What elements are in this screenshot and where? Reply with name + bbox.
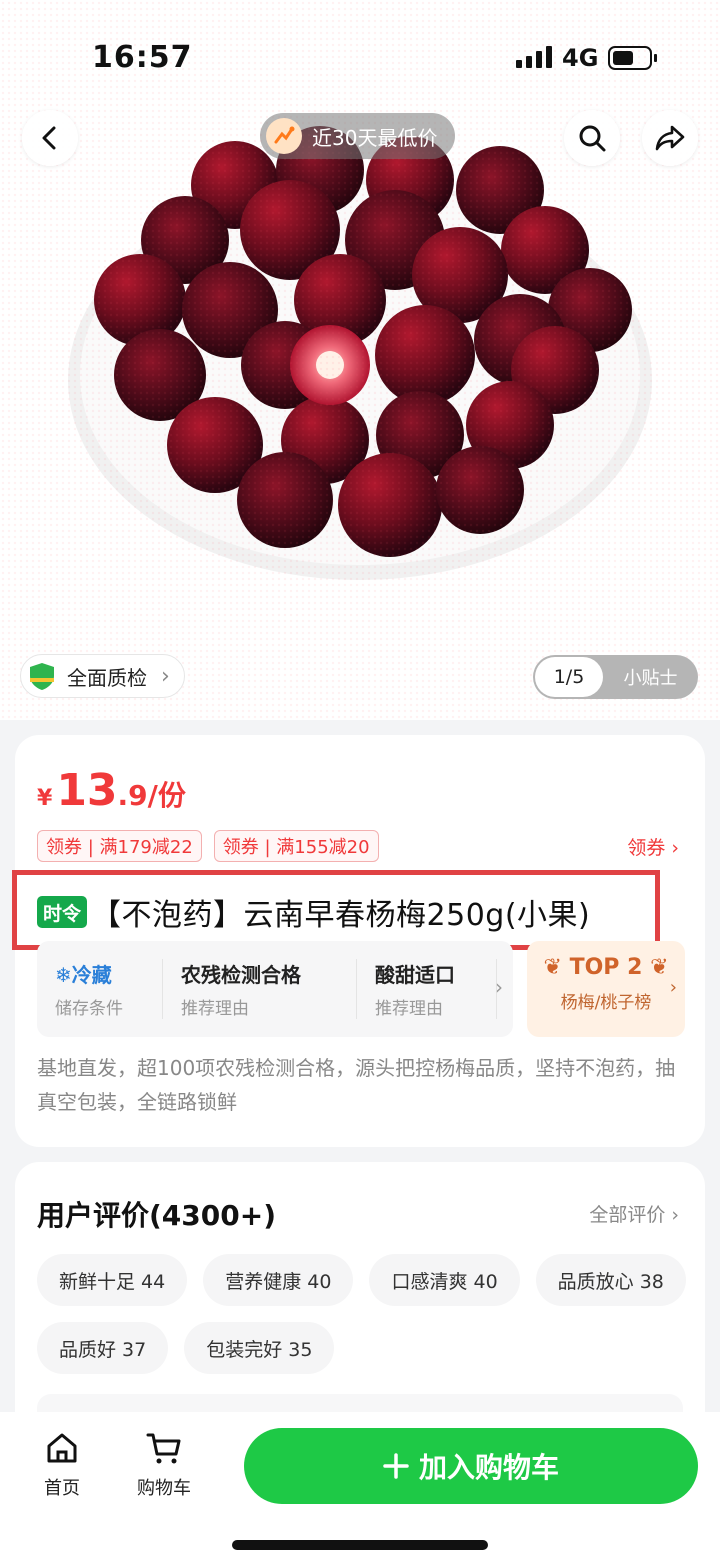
- cart-label: 购物车: [137, 1478, 191, 1499]
- status-time: 16:57: [92, 40, 193, 75]
- review-tag-chip[interactable]: 包装完好 35: [184, 1322, 335, 1374]
- feature-sub: 推荐理由: [375, 999, 443, 1019]
- price-trend-icon: [266, 118, 302, 154]
- chevron-left-icon: [42, 126, 56, 150]
- ranking-sub: 杨梅/桃子榜: [560, 993, 652, 1013]
- signal-icon: [516, 46, 552, 68]
- status-bar: 16:57 4G: [0, 0, 720, 110]
- home-label: 首页: [44, 1478, 80, 1499]
- chevron-right-icon: ›: [495, 975, 503, 999]
- gallery-pager[interactable]: 1/5 小贴士: [533, 655, 698, 699]
- product-info-card: ¥ 13 .9/份 领券 | 满179减22 领券 | 满155减20 领券 ›…: [12, 735, 705, 1147]
- feature-strip[interactable]: ❄冷藏 储存条件 农残检测合格 推荐理由 酸甜适口 推荐理由 ›: [37, 941, 513, 1037]
- network-label: 4G: [562, 44, 599, 72]
- bottom-action-bar: 首页 购物车 加入购物车: [0, 1412, 720, 1565]
- feature-title: 农残检测合格: [181, 963, 301, 987]
- review-tag-chip[interactable]: 新鲜十足 44: [37, 1254, 188, 1306]
- search-button[interactable]: [564, 110, 620, 166]
- cart-icon: [146, 1433, 181, 1464]
- ranking-title: TOP 2: [569, 955, 643, 980]
- feature-pesticide-test: 农残检测合格 推荐理由: [163, 959, 357, 1019]
- laurel-left-icon: ❦: [543, 955, 562, 980]
- reviews-title: 用户评价(4300+): [37, 1199, 276, 1232]
- chevron-right-icon: ›: [671, 1204, 679, 1226]
- feature-storage: ❄冷藏 储存条件: [37, 959, 163, 1019]
- coupon-list: 领券 | 满179减22 领券 | 满155减20: [37, 830, 379, 862]
- currency-symbol: ¥: [37, 786, 53, 811]
- feature-title: 冷藏: [71, 963, 112, 987]
- feature-title: 酸甜适口: [375, 963, 455, 987]
- all-reviews-link[interactable]: 全部评价 ›: [589, 1200, 679, 1227]
- feature-sub: 储存条件: [55, 999, 123, 1019]
- seasonal-tag: 时令: [37, 896, 88, 928]
- review-tag-chip[interactable]: 营养健康 40: [203, 1254, 354, 1306]
- quality-shield-icon: [30, 663, 54, 690]
- cart-tab[interactable]: 购物车: [124, 1430, 204, 1500]
- get-coupon-link[interactable]: 领券 ›: [627, 833, 679, 860]
- share-icon: [655, 125, 685, 151]
- coupon-chip[interactable]: 领券 | 满155减20: [213, 830, 379, 862]
- product-title-row: 时令 【不泡药】云南早春杨梅250g(小果): [37, 890, 590, 934]
- home-icon: [47, 1433, 77, 1463]
- home-tab[interactable]: 首页: [22, 1430, 102, 1500]
- home-indicator: [232, 1540, 488, 1550]
- quality-check-label: 全面质检: [67, 665, 147, 690]
- plus-icon: [383, 1453, 409, 1479]
- feature-taste: 酸甜适口 推荐理由: [357, 959, 497, 1019]
- price-banner-text: 近30天最低价: [312, 125, 438, 150]
- get-coupon-label: 领券: [627, 837, 666, 859]
- product-title: 【不泡药】云南早春杨梅250g(小果): [91, 898, 591, 933]
- add-to-cart-button[interactable]: 加入购物车: [244, 1428, 698, 1504]
- add-to-cart-label: 加入购物车: [418, 1451, 559, 1484]
- product-description: 基地直发，超100项农残检测合格，源头把控杨梅品质，坚持不泡药，抽真空包装，全链…: [37, 1056, 676, 1114]
- all-reviews-label: 全部评价: [589, 1204, 666, 1226]
- battery-icon: [608, 46, 657, 70]
- product-page: 16:57 4G 近30天最低价 全面质检 › 1/5 小贴士 ¥ 13 .9/…: [0, 0, 720, 1565]
- page-indicator: 1/5: [535, 657, 603, 697]
- ranking-badge[interactable]: ❦ TOP 2 ❦ 杨梅/桃子榜 ›: [527, 941, 685, 1037]
- share-button[interactable]: [642, 110, 698, 166]
- search-icon: [579, 125, 606, 152]
- review-tags: 新鲜十足 44 营养健康 40 口感清爽 40 品质放心 38 品质好 37 包…: [37, 1254, 697, 1374]
- product-price: ¥ 13 .9/份: [37, 765, 186, 816]
- feature-sub: 推荐理由: [181, 999, 249, 1019]
- chevron-right-icon: ›: [671, 837, 679, 859]
- snowflake-icon: ❄: [55, 963, 72, 987]
- review-tag-chip[interactable]: 品质好 37: [37, 1322, 169, 1374]
- tips-tab[interactable]: 小贴士: [603, 664, 698, 690]
- quality-check-pill[interactable]: 全面质检 ›: [20, 654, 185, 698]
- lowest-price-banner: 近30天最低价: [260, 113, 456, 159]
- coupon-chip[interactable]: 领券 | 满179减22: [37, 830, 202, 862]
- price-decimal-unit: .9/份: [117, 779, 186, 812]
- laurel-right-icon: ❦: [650, 955, 669, 980]
- price-integer: 13: [56, 765, 118, 816]
- chevron-right-icon: ›: [161, 663, 170, 689]
- chevron-right-icon: ›: [669, 977, 677, 998]
- review-tag-chip[interactable]: 口感清爽 40: [369, 1254, 520, 1306]
- back-button[interactable]: [22, 110, 78, 166]
- review-tag-chip[interactable]: 品质放心 38: [535, 1254, 686, 1306]
